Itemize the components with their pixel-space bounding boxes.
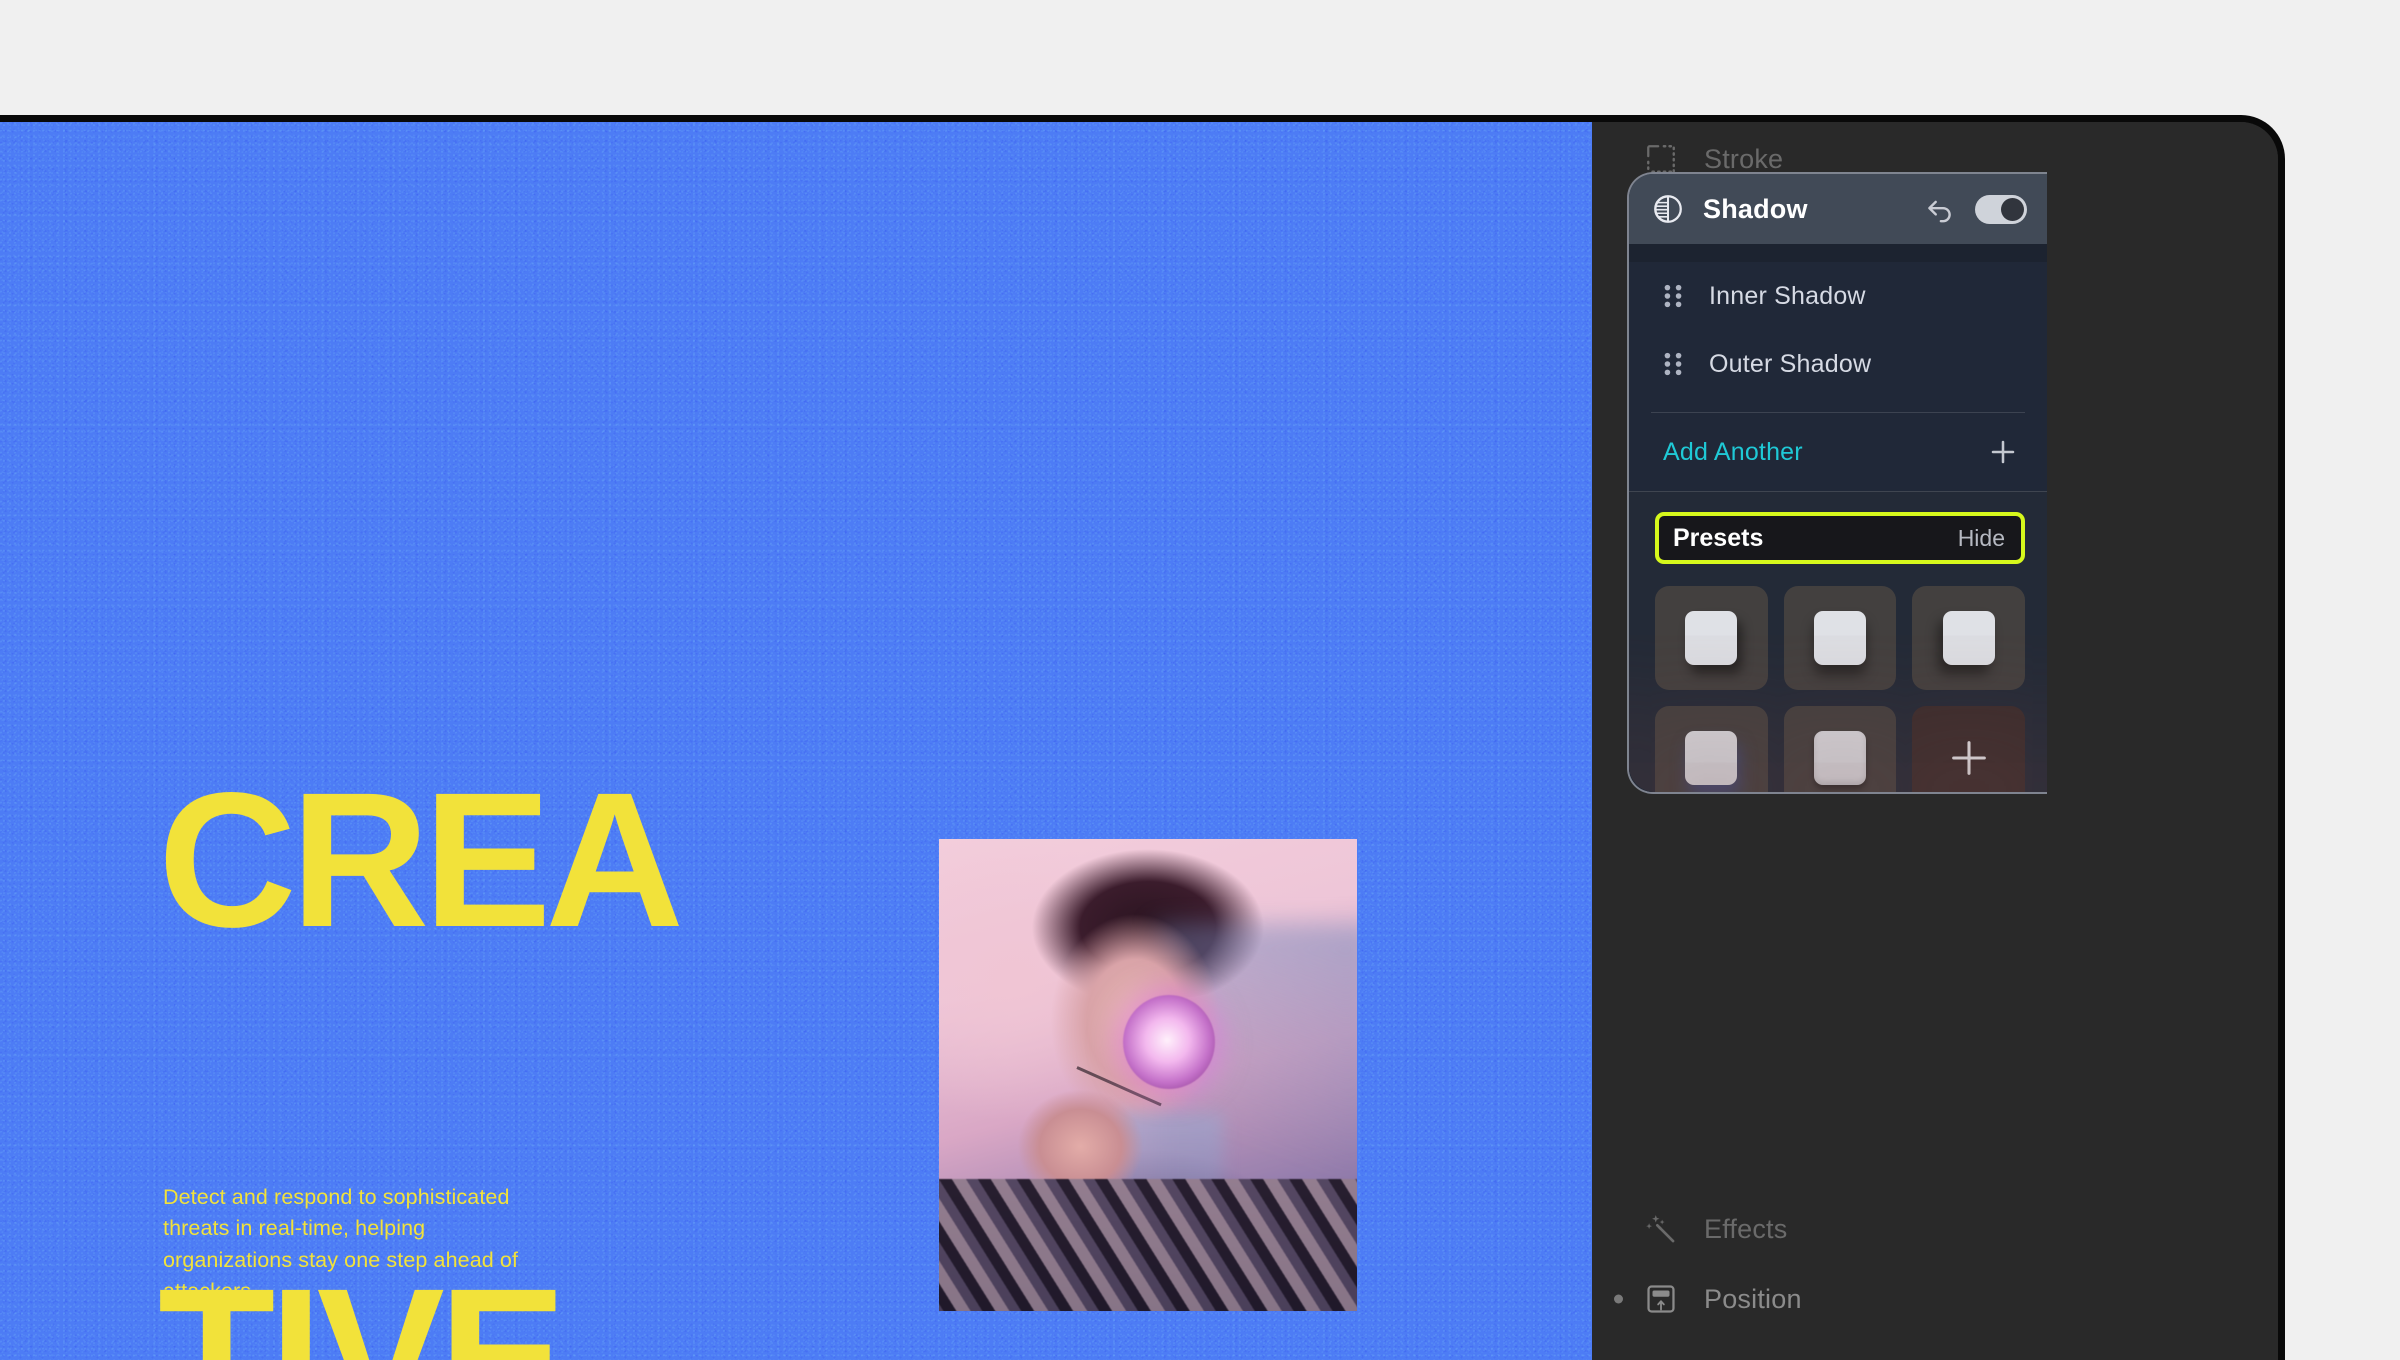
- preset-tile-3[interactable]: [1912, 586, 2025, 690]
- panel-row-position-label: Position: [1704, 1283, 1802, 1314]
- headline-line-1: CREA: [158, 752, 684, 968]
- shadow-toggle-knob: [2001, 197, 2024, 221]
- stroke-icon: [1647, 145, 1675, 173]
- preset-swatch: [1813, 731, 1866, 785]
- photo-flower: [1122, 994, 1215, 1090]
- add-another-label: Add Another: [1663, 437, 1803, 466]
- inspector-panel: Stroke Shadow Inner Shadow Outer Shadow …: [1592, 122, 2278, 1360]
- shadow-layer-outer[interactable]: Outer Shadow: [1629, 330, 2047, 398]
- preset-tile-add[interactable]: [1912, 706, 2025, 792]
- panel-row-effects[interactable]: Effects: [1644, 1212, 1787, 1246]
- poster-body-text[interactable]: Detect and respond to sophisticated thre…: [163, 1182, 553, 1308]
- position-icon: [1647, 1285, 1675, 1313]
- shadow-layer-outer-label: Outer Shadow: [1709, 349, 1872, 378]
- magic-wand-icon: [1646, 1215, 1675, 1243]
- panel-row-effects-label: Effects: [1704, 1213, 1788, 1244]
- presets-section: Presets Hide: [1629, 491, 2047, 792]
- presets-hide-button[interactable]: Hide: [1958, 525, 2005, 552]
- app-window: CREA TIVE MIND Detect and respond to sop…: [0, 115, 2285, 1360]
- shadow-card-header: Shadow: [1629, 174, 2047, 244]
- drag-handle-icon[interactable]: [1663, 351, 1683, 377]
- shadow-card-title: Shadow: [1703, 193, 1808, 224]
- plus-icon: [1951, 741, 1986, 775]
- panel-row-position[interactable]: Position: [1614, 1282, 1802, 1316]
- shadow-card-body: Inner Shadow Outer Shadow Add Another Pr…: [1629, 262, 2047, 792]
- preset-swatch: [1685, 731, 1738, 785]
- preset-tile-5[interactable]: [1783, 706, 1897, 792]
- shadow-toggle[interactable]: [1975, 194, 2027, 224]
- preset-tile-4[interactable]: [1655, 706, 1768, 792]
- preset-swatch: [1942, 611, 1995, 665]
- preset-tile-1[interactable]: [1655, 586, 1768, 690]
- add-another-row[interactable]: Add Another: [1629, 413, 2047, 491]
- panel-row-stroke[interactable]: Stroke: [1644, 142, 1783, 176]
- shadow-layer-inner[interactable]: Inner Shadow: [1629, 262, 2047, 330]
- undo-arrow-icon[interactable]: [1923, 192, 1957, 226]
- drag-handle-icon[interactable]: [1663, 283, 1683, 309]
- presets-grid: [1655, 586, 2025, 792]
- plus-icon[interactable]: [1987, 436, 2019, 468]
- shadow-circle-icon: [1654, 195, 1682, 223]
- design-canvas[interactable]: CREA TIVE MIND Detect and respond to sop…: [0, 122, 1592, 1360]
- shadow-layer-inner-label: Inner Shadow: [1709, 281, 1866, 310]
- presets-label: Presets: [1673, 523, 1764, 552]
- photo-shirt: [939, 1178, 1357, 1311]
- poster-photo[interactable]: [939, 839, 1357, 1311]
- preset-swatch: [1685, 611, 1738, 665]
- screen-root: CREA TIVE MIND Detect and respond to sop…: [0, 0, 2400, 1360]
- presets-header[interactable]: Presets Hide: [1655, 512, 2025, 564]
- position-status-dot: [1614, 1294, 1623, 1304]
- shadow-card: Shadow Inner Shadow Outer Shadow Add Ano…: [1627, 172, 2047, 794]
- preset-swatch: [1813, 611, 1866, 665]
- preset-tile-2[interactable]: [1783, 586, 1897, 690]
- panel-row-stroke-label: Stroke: [1704, 143, 1784, 174]
